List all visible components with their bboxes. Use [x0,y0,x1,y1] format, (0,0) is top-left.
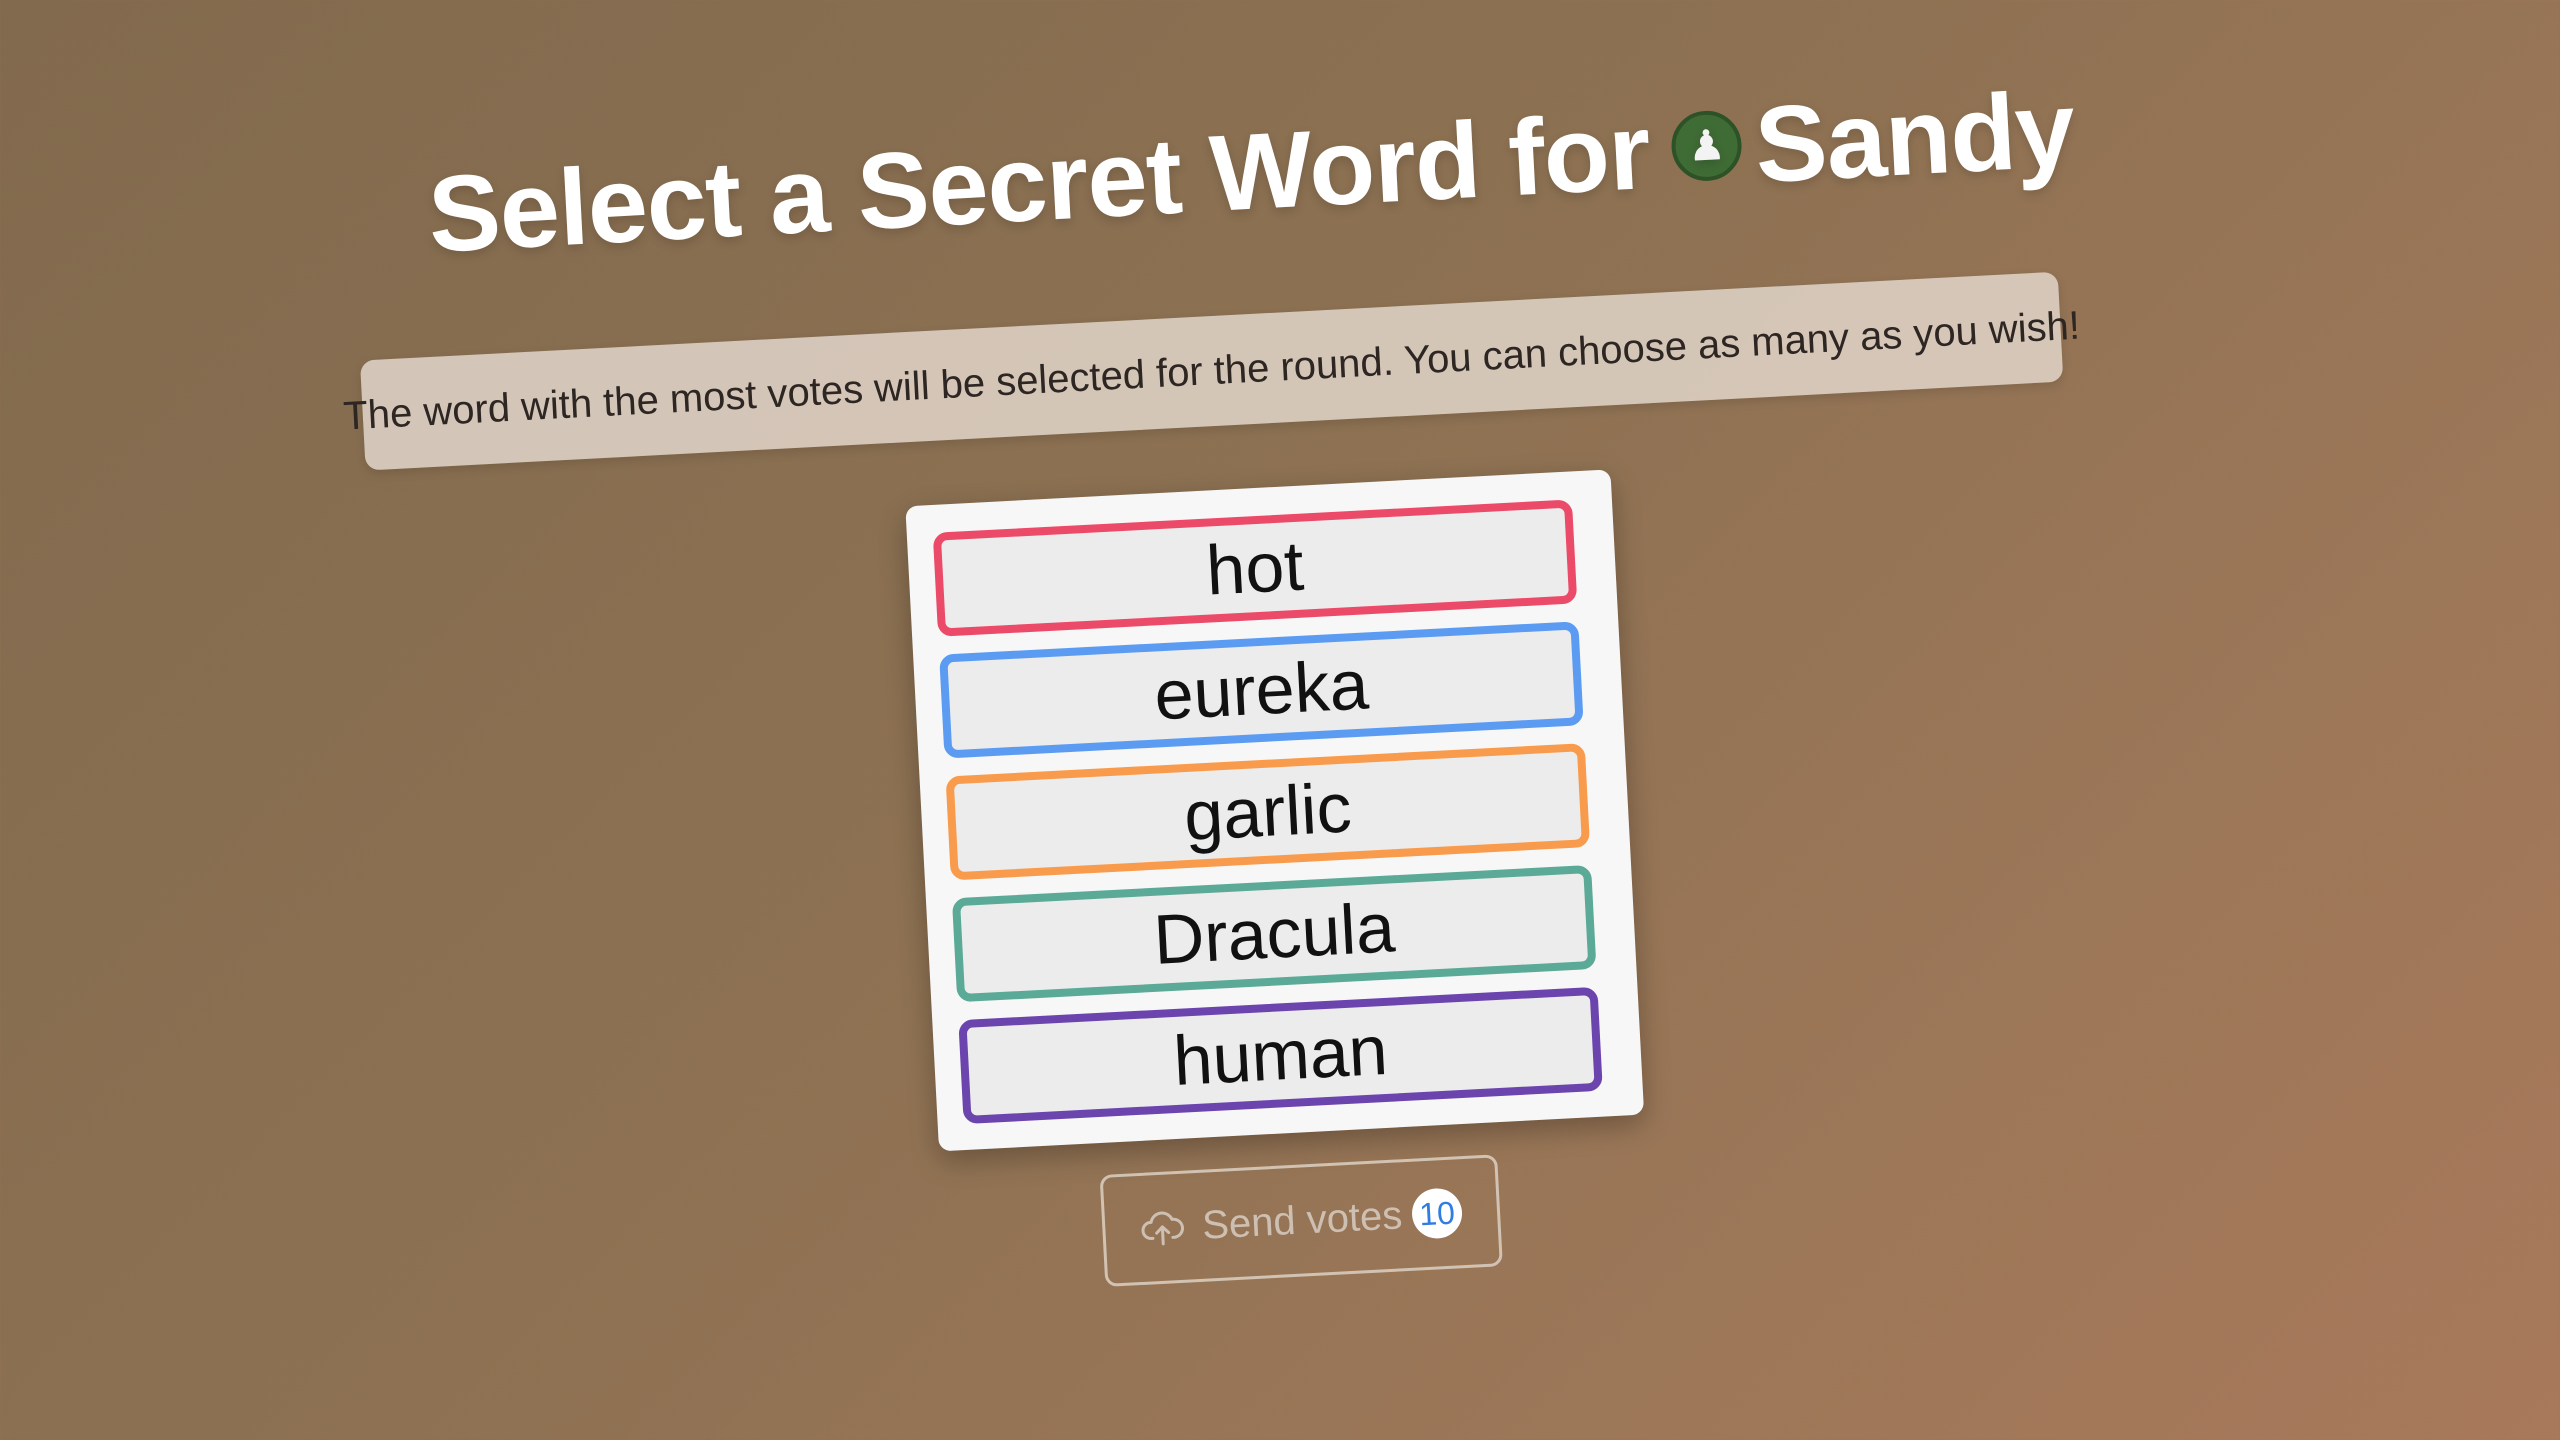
title-prefix: Select a Secret Word for [425,89,1653,275]
instructions-text: The word with the most votes will be sel… [342,303,2081,439]
cloud-upload-icon [1139,1205,1185,1251]
send-votes-label: Send votes [1201,1192,1404,1248]
send-votes-button[interactable]: Send votes 10 [1099,1154,1503,1287]
instructions-banner: The word with the most votes will be sel… [342,271,2081,471]
votes-count-badge: 10 [1410,1187,1464,1240]
page-title: Select a Secret Word for ♟ Sandy [0,42,2533,301]
player-name: Sandy [1752,67,2078,206]
word-option-human[interactable]: human [958,986,1603,1125]
word-option-hot[interactable]: hot [932,499,1578,637]
word-option-garlic[interactable]: garlic [945,743,1591,881]
chess-pawn-icon: ♟ [1686,121,1726,171]
player-avatar: ♟ [1669,109,1744,184]
word-option-dracula[interactable]: Dracula [951,864,1597,1003]
word-option-eureka[interactable]: eureka [939,621,1584,759]
game-stage: Select a Secret Word for ♟ Sandy The word … [0,0,2560,1440]
word-choices-panel: hot eureka garlic Dracula human [905,469,1645,1152]
